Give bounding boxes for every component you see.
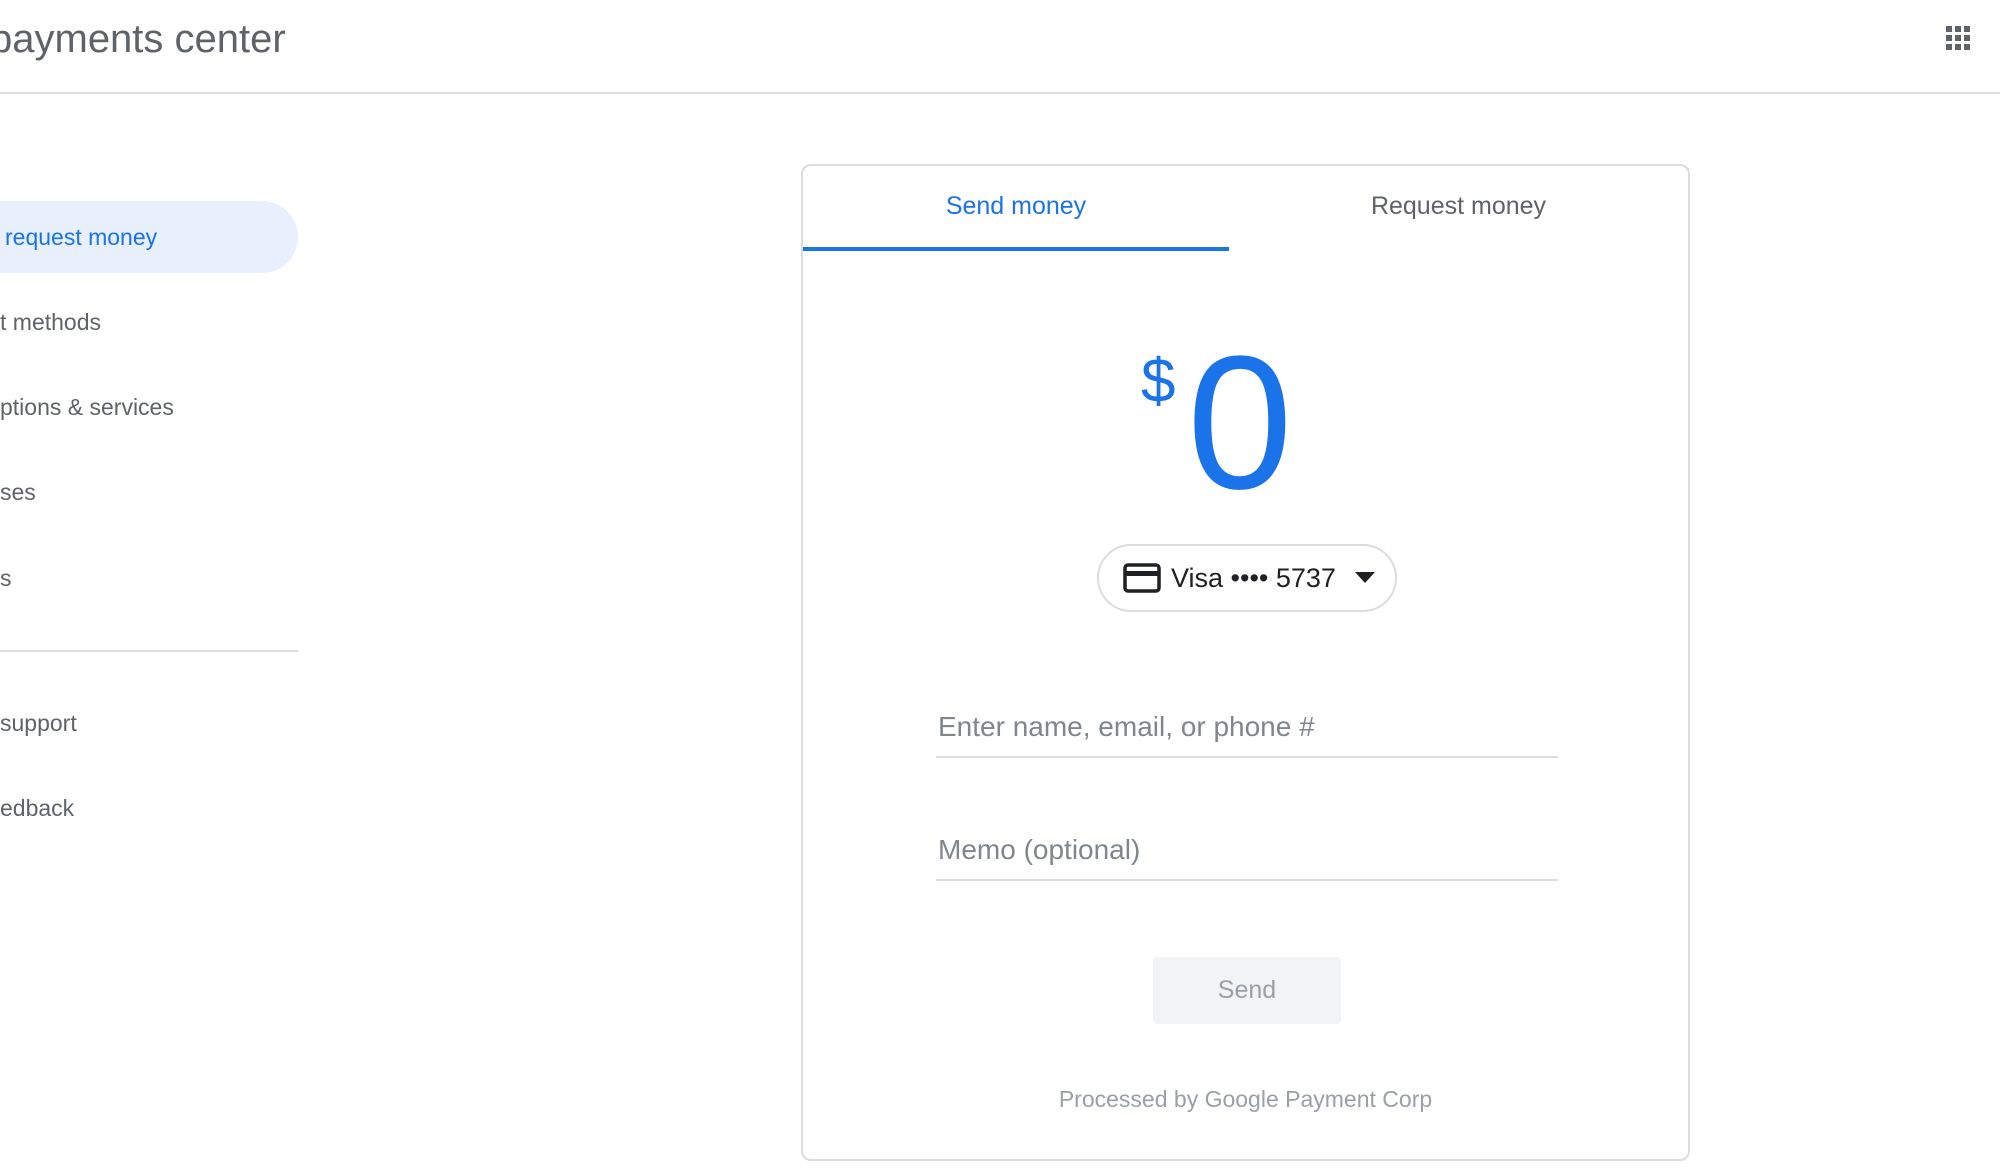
sidebar-item-label: ptions & services	[0, 394, 174, 420]
sidebar-item-label: support	[0, 710, 77, 736]
sidebar-item-purchases[interactable]: ses	[0, 456, 298, 528]
memo-input[interactable]	[936, 821, 1558, 881]
app-header: payments center	[0, 0, 2000, 94]
recipient-input[interactable]	[936, 698, 1558, 758]
chevron-down-icon	[1355, 572, 1375, 584]
sidebar-divider	[0, 650, 298, 652]
sidebar-item-feedback[interactable]: edback	[0, 772, 298, 844]
sidebar-nav: request money t methods ptions & service…	[0, 94, 300, 1168]
send-button[interactable]: Send	[1153, 957, 1341, 1024]
processed-by-note: Processed by Google Payment Corp	[1058, 1086, 1433, 1112]
tab-bar: Send money Request money	[803, 166, 1688, 252]
currency-symbol: $	[1141, 347, 1176, 416]
tab-request-money[interactable]: Request money	[1229, 166, 1688, 252]
sidebar-item-support[interactable]: support	[0, 687, 298, 759]
sidebar-item-payment-methods[interactable]: t methods	[0, 286, 298, 358]
sidebar-item-send-request-money[interactable]: request money	[0, 201, 298, 273]
sidebar-item-label: request money	[5, 224, 158, 250]
send-money-card: Send money Request money $ 0 Visa •••• 5…	[801, 164, 1690, 1161]
amount-value: 0	[1187, 317, 1293, 529]
app-title: payments center	[0, 17, 286, 61]
payment-method-label: Visa •••• 5737	[1171, 563, 1336, 593]
sidebar-item-label: edback	[0, 795, 75, 821]
amount-input[interactable]: $ 0	[1123, 328, 1363, 518]
payment-method-select[interactable]: Visa •••• 5737	[1097, 544, 1397, 612]
tab-active-indicator	[803, 247, 1229, 251]
sidebar-item-settings[interactable]: s	[0, 542, 298, 614]
credit-card-icon	[1123, 563, 1161, 593]
tab-send-money[interactable]: Send money	[803, 166, 1229, 252]
apps-grid-icon[interactable]	[1940, 20, 1976, 56]
sidebar-item-label: ses	[0, 479, 36, 505]
sidebar-item-subscriptions-services[interactable]: ptions & services	[0, 371, 298, 443]
sidebar-item-label: t methods	[0, 309, 101, 335]
sidebar-item-label: s	[0, 565, 12, 591]
